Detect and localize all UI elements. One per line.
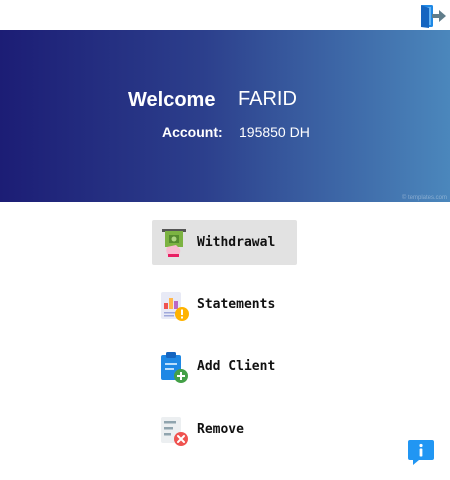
statements-label: Statements bbox=[197, 297, 276, 312]
logout-icon bbox=[421, 5, 446, 28]
cash-withdrawal-icon bbox=[162, 228, 186, 257]
watermark: © templates.com bbox=[401, 195, 447, 201]
account-balance: 195850 DH bbox=[239, 124, 310, 140]
remove-label: Remove bbox=[197, 422, 244, 437]
withdrawal-label: Withdrawal bbox=[197, 235, 276, 250]
statements-button[interactable]: Statements bbox=[152, 282, 297, 327]
add-client-icon bbox=[161, 351, 188, 383]
welcome-label: Welcome bbox=[128, 89, 216, 111]
info-icon bbox=[408, 440, 434, 465]
remove-icon bbox=[161, 416, 188, 446]
account-label: Account: bbox=[162, 124, 223, 140]
info-button[interactable] bbox=[407, 438, 435, 466]
user-name: FARID bbox=[238, 88, 297, 110]
add-client-label: Add Client bbox=[197, 359, 276, 374]
statements-icon bbox=[161, 291, 189, 321]
welcome-banner: Welcome FARID Account: 195850 DH © templ… bbox=[0, 30, 450, 202]
withdrawal-button[interactable]: Withdrawal bbox=[152, 220, 297, 265]
logout-button[interactable] bbox=[419, 3, 447, 29]
remove-button[interactable]: Remove bbox=[152, 407, 297, 452]
add-client-button[interactable]: Add Client bbox=[152, 344, 297, 389]
